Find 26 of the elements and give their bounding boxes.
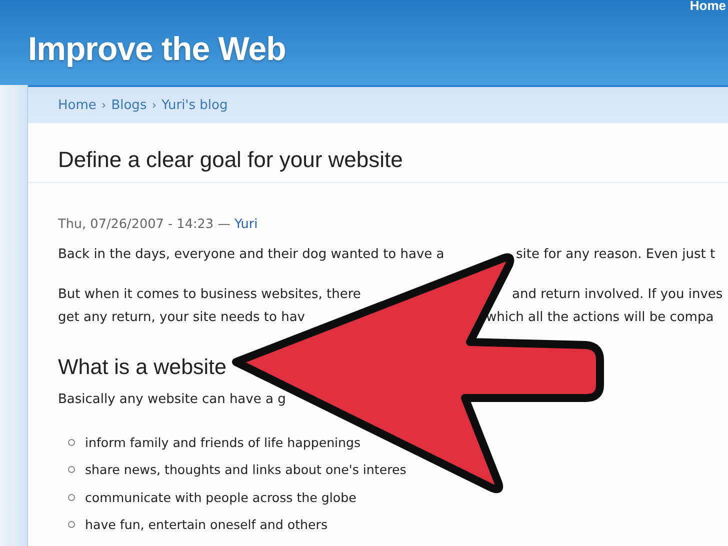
list-item-text: communicate with people across the globe: [85, 490, 356, 505]
paragraph-text: and return involved. If you inves: [512, 286, 724, 304]
home-link[interactable]: Home: [690, 0, 726, 12]
post-date: Thu, 07/26/2007 - 14:23 —: [58, 217, 230, 232]
list-item-text: inform family and friends of life happenings: [85, 435, 361, 450]
bullet-icon: [68, 466, 75, 474]
paragraph-text: site for any reason. Even just t: [516, 246, 716, 264]
paragraph-text: get any return, your site needs to hav: [58, 309, 306, 327]
bullet-icon: [68, 521, 75, 528]
site-title: Improve the Web: [28, 30, 286, 68]
list-item-text: have fun, entertain oneself and others: [85, 517, 328, 532]
paragraph-text: Basically any website can have a g: [58, 392, 287, 407]
section-heading: What is a website: [58, 355, 228, 380]
breadcrumb-link[interactable]: Blogs: [111, 98, 147, 112]
paragraph-text: which all the actions will be compa: [486, 309, 715, 327]
paragraph-text: But when it comes to business websites, there: [58, 286, 362, 304]
breadcrumb-link[interactable]: Home: [58, 98, 96, 112]
breadcrumb-separator: ›: [152, 98, 157, 112]
bullet-icon: [68, 494, 75, 501]
breadcrumb-link[interactable]: Yuri's blog: [162, 98, 228, 112]
author-link[interactable]: Yuri: [234, 217, 258, 232]
post-title: Define a clear goal for your website: [28, 123, 728, 183]
list-item-text: share news, thoughts and links about one's interes: [85, 462, 406, 478]
breadcrumb-separator: ›: [101, 98, 106, 112]
paragraph-text: Back in the days, everyone and their dog wanted to have a: [58, 246, 446, 264]
bullet-icon: [68, 439, 75, 446]
